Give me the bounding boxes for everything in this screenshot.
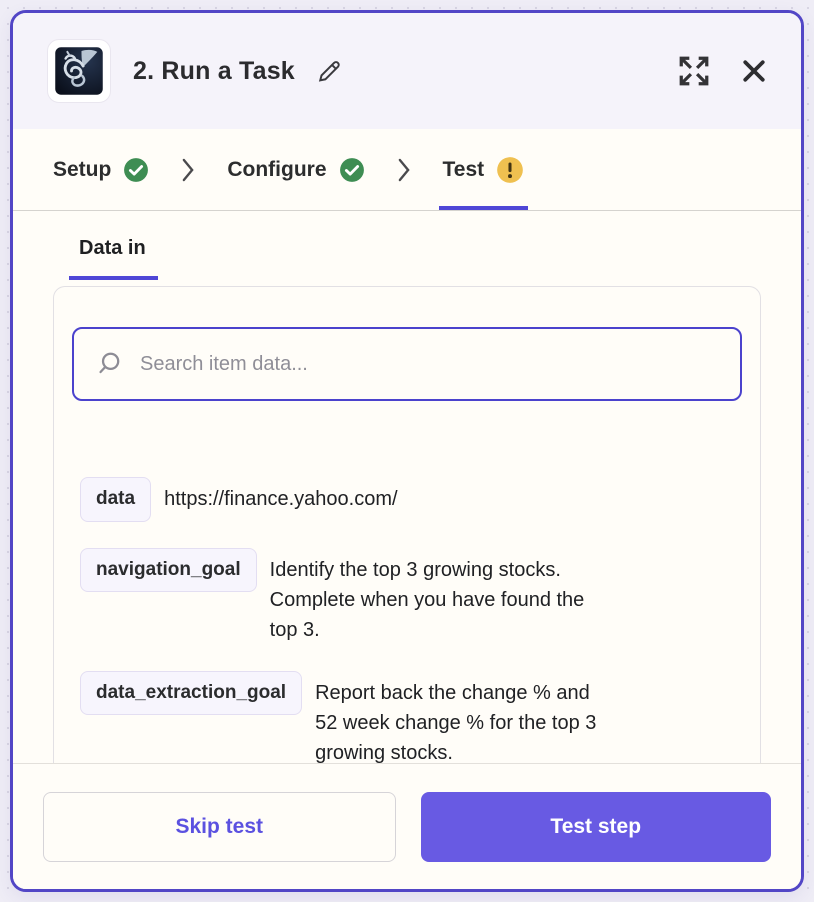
run-task-dialog: 2. Run a Task: [10, 10, 804, 892]
expand-button[interactable]: [673, 50, 715, 92]
dragon-app-icon: [54, 46, 104, 96]
step-progress-nav: Setup Configure Test: [13, 129, 801, 211]
dialog-footer: Skip test Test step: [13, 763, 801, 889]
tab-data-in[interactable]: Data in: [69, 237, 158, 280]
field-value: Identify the top 3 growing stocks. Compl…: [270, 548, 585, 645]
tab-test-label: Test: [443, 158, 485, 182]
expand-icon: [677, 54, 711, 88]
field-key-pill: data_extraction_goal: [80, 671, 302, 716]
data-row: data_extraction_goal Report back the cha…: [80, 671, 734, 763]
field-value: Report back the change % and 52 week cha…: [315, 671, 596, 763]
data-row: navigation_goal Identify the top 3 growi…: [80, 548, 734, 645]
test-step-button[interactable]: Test step: [421, 792, 772, 862]
search-icon: [96, 351, 122, 377]
skip-test-button[interactable]: Skip test: [43, 792, 396, 862]
chevron-right-icon: [153, 129, 223, 210]
data-in-rows: data https://finance.yahoo.com/ navigati…: [72, 477, 742, 763]
check-circle-icon: [123, 157, 149, 183]
test-panel: Data in data https://finance.yahoo.com/ …: [13, 211, 801, 763]
edit-title-button[interactable]: [311, 53, 347, 89]
alert-circle-icon: [496, 156, 524, 184]
search-bar: [72, 327, 742, 401]
data-row: data https://finance.yahoo.com/: [80, 477, 734, 522]
field-value: https://finance.yahoo.com/: [164, 477, 397, 514]
step-title: 2. Run a Task: [133, 57, 295, 86]
dialog-header: 2. Run a Task: [13, 13, 801, 129]
tab-configure[interactable]: Configure: [223, 129, 368, 210]
field-key-pill: navigation_goal: [80, 548, 257, 593]
edit-pencil-icon: [315, 57, 343, 85]
app-icon: [47, 39, 111, 103]
chevron-right-icon: [369, 129, 439, 210]
tab-setup[interactable]: Setup: [49, 129, 153, 210]
tab-test[interactable]: Test: [439, 129, 529, 210]
data-in-card: data https://finance.yahoo.com/ navigati…: [53, 286, 761, 763]
search-input[interactable]: [140, 353, 718, 376]
check-circle-icon: [339, 157, 365, 183]
close-button[interactable]: [735, 52, 773, 90]
close-icon: [739, 56, 769, 86]
tab-configure-label: Configure: [227, 158, 326, 182]
tab-setup-label: Setup: [53, 158, 111, 182]
field-key-pill: data: [80, 477, 151, 522]
